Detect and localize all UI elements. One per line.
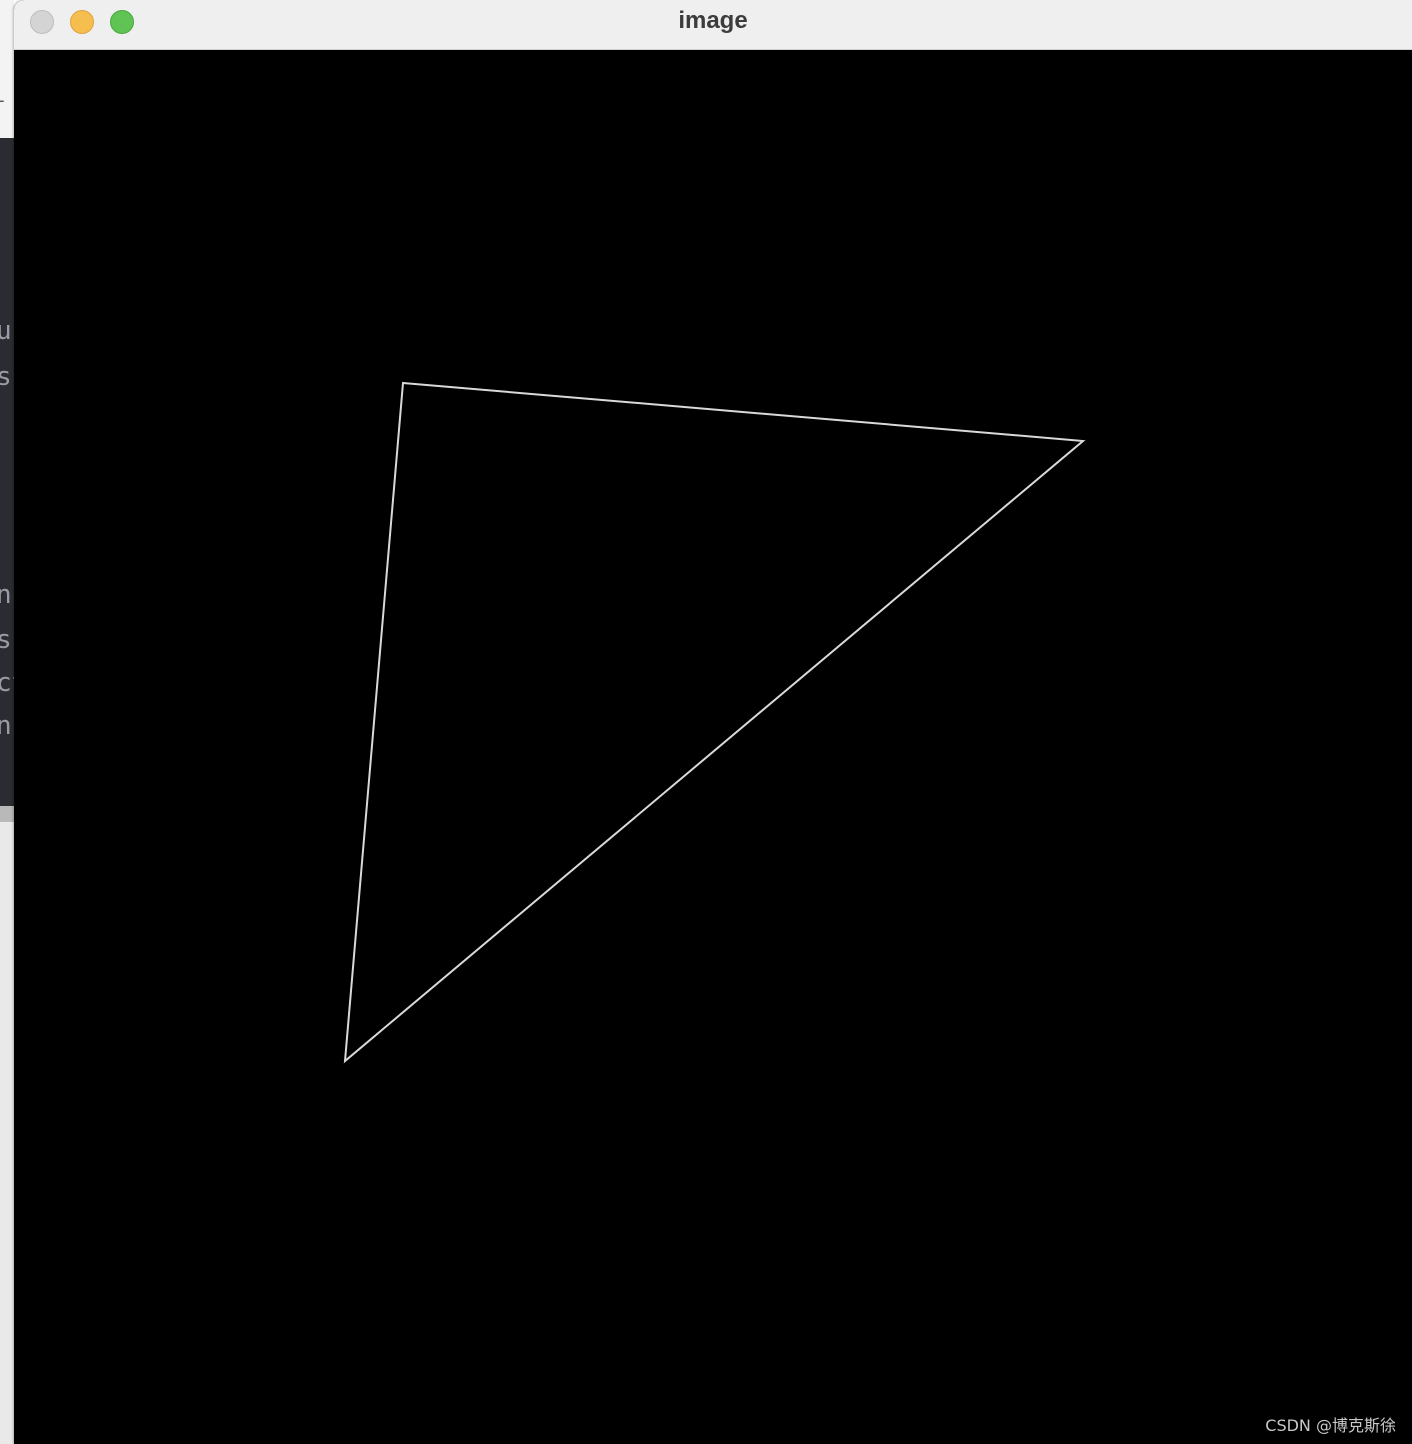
image-window: image CSDN @博克斯徐 bbox=[14, 0, 1412, 1444]
window-titlebar[interactable]: image bbox=[14, 0, 1412, 50]
background-text-fragment: - bbox=[0, 88, 14, 114]
background-window: - u sp nc sp ct n bbox=[0, 0, 14, 1444]
background-scrollbar[interactable] bbox=[0, 806, 14, 822]
image-drawing bbox=[343, 381, 1086, 1064]
background-text-fragment: sp bbox=[0, 364, 14, 390]
background-text-fragment: sp bbox=[0, 627, 14, 653]
background-text-fragment: ct bbox=[0, 670, 14, 696]
watermark: CSDN @博克斯徐 bbox=[1265, 1416, 1396, 1435]
background-editor bbox=[0, 138, 14, 806]
background-text-fragment: nc bbox=[0, 582, 14, 608]
background-text-fragment: u bbox=[0, 318, 12, 344]
background-text-fragment: n bbox=[0, 713, 12, 739]
image-canvas: CSDN @博克斯徐 bbox=[14, 50, 1412, 1444]
triangle-outline bbox=[343, 381, 1086, 1064]
window-title: image bbox=[678, 7, 748, 34]
background-toolbar bbox=[0, 0, 14, 139]
